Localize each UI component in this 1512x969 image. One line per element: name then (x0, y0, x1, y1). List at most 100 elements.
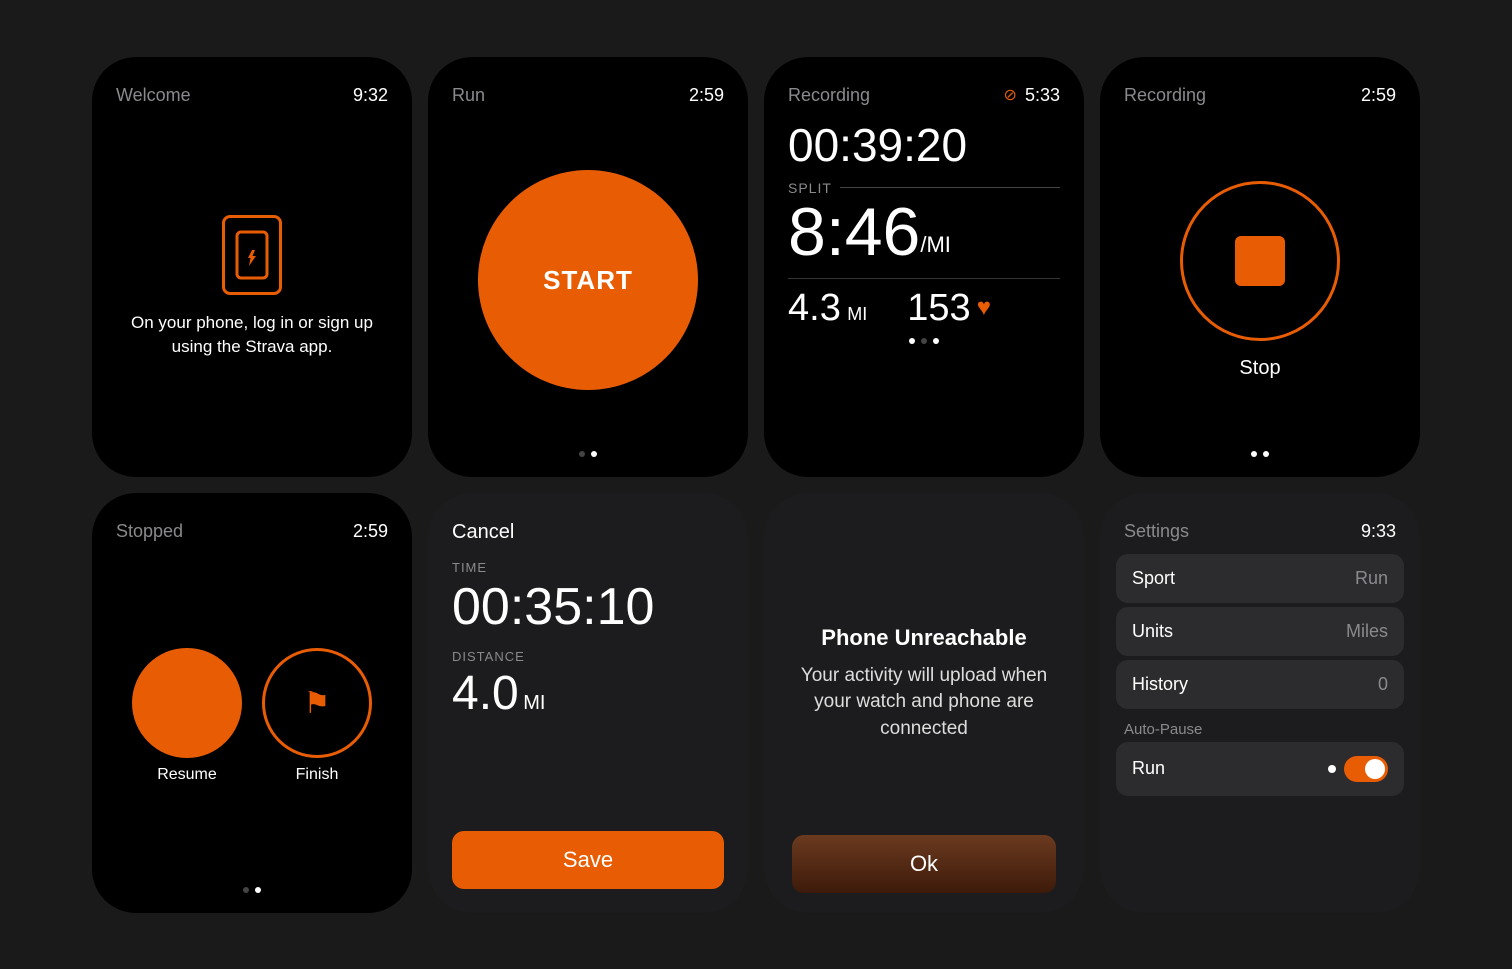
recording-metrics-screen: Recording ⊘ 5:33 00:39:20 SPLIT 8:46 /MI… (764, 57, 1084, 477)
recording-metrics-header: Recording ⊘ 5:33 (788, 85, 1060, 106)
split-unit: /MI (920, 234, 951, 256)
action-buttons: Resume ⚑ Finish (132, 648, 372, 784)
sport-value: Run (1355, 568, 1388, 589)
settings-header: Settings 9:33 (1116, 521, 1404, 542)
recording-metrics-title: Recording (788, 85, 870, 106)
recording-stop-title: Recording (1124, 85, 1206, 106)
run-dots (452, 451, 724, 457)
split-line (840, 187, 1060, 188)
settings-autopause-row[interactable]: Run (1116, 742, 1404, 796)
split-value: 8:46 (788, 198, 920, 266)
save-time-value: 00:35:10 (452, 577, 724, 637)
strava-phone-icon (222, 215, 282, 295)
stop-icon (1235, 236, 1285, 286)
stopped-title: Stopped (116, 521, 183, 542)
phone-message: Phone Unreachable Your activity will upl… (792, 533, 1056, 835)
distance-stat: 4.3 MI (788, 287, 867, 330)
phone-description: Your activity will upload when your watc… (792, 663, 1056, 743)
battery-icon: ⊘ (1004, 85, 1017, 105)
finish-flag-icon: ⚑ (304, 686, 331, 721)
split-value-row: 8:46 /MI (788, 198, 1060, 266)
settings-sport-row[interactable]: Sport Run (1116, 554, 1404, 603)
finish-label: Finish (296, 766, 339, 784)
phone-unreachable-screen: Phone Unreachable Your activity will upl… (764, 493, 1084, 913)
welcome-title: Welcome (116, 85, 191, 106)
dot-2 (591, 451, 597, 457)
start-label: START (543, 265, 633, 296)
stopped-content: Resume ⚑ Finish (116, 554, 388, 879)
autopause-sub-label: Run (1132, 758, 1165, 779)
auto-pause-label: Auto-Pause (1124, 721, 1202, 738)
resume-label: Resume (157, 766, 217, 784)
settings-history-row[interactable]: History 0 (1116, 660, 1404, 709)
heart-icon: ♥ (977, 294, 991, 322)
phone-title: Phone Unreachable (792, 625, 1056, 651)
stopped-dot-2 (255, 887, 261, 893)
rec-dot-2 (921, 338, 927, 344)
stop-button[interactable] (1180, 181, 1340, 341)
distance-label: DISTANCE (452, 649, 724, 664)
stop-dot-2 (1263, 451, 1269, 457)
recording-stop-time: 2:59 (1361, 85, 1396, 106)
toggle-dot (1328, 765, 1336, 773)
run-title: Run (452, 85, 485, 106)
units-value: Miles (1346, 621, 1388, 642)
finish-action: ⚑ Finish (262, 648, 372, 784)
welcome-header: Welcome 9:32 (116, 85, 388, 106)
stats-divider (788, 278, 1060, 279)
welcome-content: On your phone, log in or sign up using t… (116, 118, 388, 457)
run-header: Run 2:59 (452, 85, 724, 106)
finish-button[interactable]: ⚑ (262, 648, 372, 758)
stop-label: Stop (1239, 357, 1280, 380)
stopped-dot-1 (243, 887, 249, 893)
save-distance-value: 4.0 (452, 667, 519, 720)
auto-pause-section: Auto-Pause (1116, 713, 1404, 742)
settings-title: Settings (1124, 521, 1189, 542)
stopped-screen: Stopped 2:59 Resume ⚑ Finish (92, 493, 412, 913)
recording-stop-header: Recording 2:59 (1124, 85, 1396, 106)
settings-screen: Settings 9:33 Sport Run Units Miles Hist… (1100, 493, 1420, 913)
history-label: History (1132, 674, 1188, 695)
elapsed-time: 00:39:20 (788, 118, 1060, 172)
recording-time: 5:33 (1025, 85, 1060, 106)
resume-action: Resume (132, 648, 242, 784)
settings-time: 9:33 (1361, 521, 1396, 542)
distance-unit: MI (847, 304, 867, 324)
stop-dot-1 (1251, 451, 1257, 457)
welcome-message: On your phone, log in or sign up using t… (116, 311, 388, 359)
save-distance-unit: MI (523, 692, 545, 714)
save-screen: Cancel TIME 00:35:10 DISTANCE 4.0 MI Sav… (428, 493, 748, 913)
save-time-section: TIME 00:35:10 (452, 560, 724, 649)
recording-time-area: ⊘ 5:33 (1004, 85, 1060, 106)
stop-dots (1124, 451, 1396, 457)
ok-button[interactable]: Ok (792, 835, 1056, 893)
resume-button[interactable] (132, 648, 242, 758)
distance-value: 4.3 (788, 287, 841, 329)
toggle-area (1328, 756, 1388, 782)
stats-row: 4.3 MI 153 ♥ (788, 287, 1060, 330)
welcome-time: 9:32 (353, 85, 388, 106)
time-label: TIME (452, 560, 724, 575)
stop-content: Stop (1124, 118, 1396, 443)
save-distance-row: 4.0 MI (452, 666, 724, 721)
history-value: 0 (1378, 674, 1388, 695)
rec-dot-1 (909, 338, 915, 344)
run-time: 2:59 (689, 85, 724, 106)
dot-1 (579, 451, 585, 457)
heart-rate-value: 153 (907, 287, 970, 330)
save-distance-section: DISTANCE 4.0 MI (452, 649, 724, 721)
stopped-dots (116, 887, 388, 893)
stopped-header: Stopped 2:59 (116, 521, 388, 542)
run-start-content: START (452, 118, 724, 443)
sport-label: Sport (1132, 568, 1175, 589)
start-button[interactable]: START (478, 170, 698, 390)
toggle-switch[interactable] (1344, 756, 1388, 782)
recording-dots (788, 338, 1060, 344)
cancel-button[interactable]: Cancel (452, 521, 724, 544)
save-button[interactable]: Save (452, 831, 724, 889)
settings-units-row[interactable]: Units Miles (1116, 607, 1404, 656)
welcome-screen: Welcome 9:32 On your phone, log in or si… (92, 57, 412, 477)
run-screen: Run 2:59 START (428, 57, 748, 477)
heart-rate-area: 153 ♥ (907, 287, 991, 330)
units-label: Units (1132, 621, 1173, 642)
